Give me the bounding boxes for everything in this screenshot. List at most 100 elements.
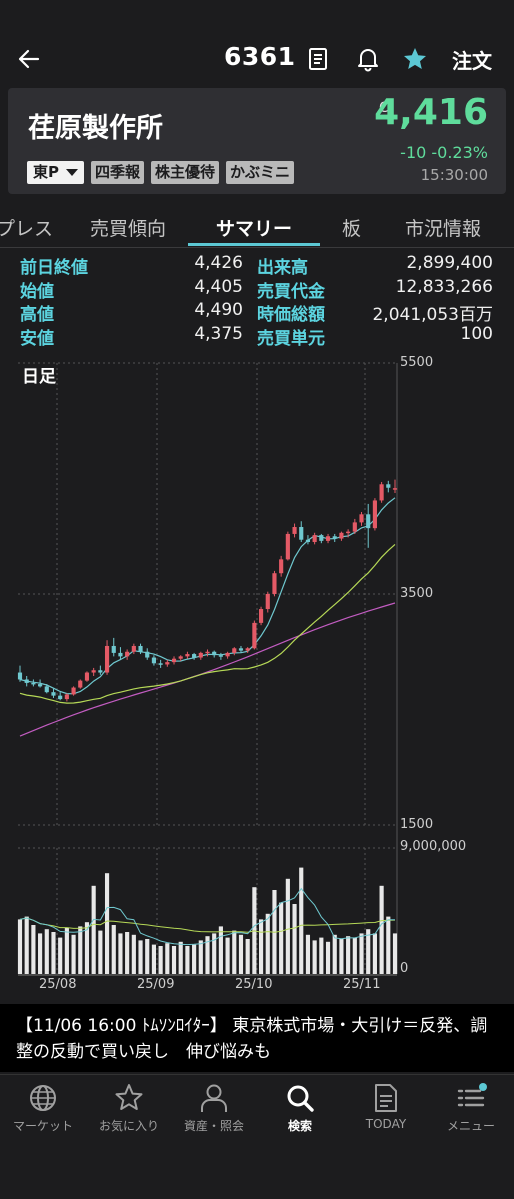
price-time: 15:30:00 [420, 166, 488, 184]
candle-body [272, 573, 277, 594]
stat-label: 出来高 [257, 258, 308, 278]
volume-bar [38, 933, 43, 974]
person-icon [201, 1084, 227, 1112]
price-change: -10 -0.23% [400, 143, 488, 162]
volume-bar [145, 939, 150, 974]
volume-bar [285, 878, 290, 974]
candle-body [38, 684, 43, 687]
stat-label: 前日終値 [20, 258, 88, 278]
stat-value: 100 [460, 323, 493, 344]
stat-label: 時価総額 [257, 305, 325, 325]
candle-body [31, 682, 36, 685]
chart-period-label: 日足 [22, 367, 56, 387]
candle-body [84, 672, 90, 681]
candle-body [379, 484, 384, 501]
volume-bar [332, 934, 337, 974]
volume-bar [359, 933, 364, 974]
candle-body [64, 694, 69, 700]
candle-body [58, 695, 63, 700]
volume-bar [104, 873, 110, 974]
chevron-down-icon [66, 169, 78, 176]
date-tick-label: 25/11 [343, 977, 381, 992]
volume-bar [225, 937, 230, 974]
volume-axis-label: 9,000,000 [400, 839, 467, 854]
stat-label: 売買代金 [257, 281, 325, 302]
candle-body [145, 651, 150, 658]
nav-menu[interactable]: メニュー [428, 1081, 514, 1134]
candle-body [178, 656, 183, 659]
candle-body [252, 622, 257, 649]
bell-icon[interactable] [355, 46, 381, 72]
star-icon[interactable] [402, 46, 428, 72]
volume-bar [319, 937, 324, 974]
back-arrow-icon[interactable] [16, 46, 42, 72]
candle-body [352, 522, 357, 532]
volume-bar [245, 939, 250, 974]
candle-body [185, 654, 190, 657]
candle-body [131, 645, 136, 652]
globe-icon [30, 1085, 56, 1111]
volume-bar [64, 927, 69, 974]
nav-label: マーケット [12, 1119, 73, 1133]
app-header: 6361 注文 [0, 0, 514, 88]
stock-summary-card: 荏原製作所 東P 四季報 株主優待 かぶミニ C 4,416 -10 -0.23… [8, 88, 506, 194]
volume-bar [71, 934, 76, 974]
nav-label: 資産・照会 [183, 1119, 244, 1133]
candle-body [104, 645, 110, 673]
candle-body [258, 609, 264, 623]
volume-bar [372, 933, 377, 974]
volume-bar [91, 885, 96, 974]
nav-favorites[interactable]: お気に入り [86, 1081, 172, 1134]
tab-market-info[interactable]: 市況情報 [405, 214, 481, 241]
volume-ma-long-line [19, 917, 396, 933]
candle-body [232, 648, 237, 653]
nav-market[interactable]: マーケット [0, 1081, 86, 1134]
nav-assets[interactable]: 資産・照会 [171, 1081, 257, 1134]
volume-bar [232, 930, 237, 974]
news-ticker[interactable]: 【11/06 16:00 ﾄﾑｿﾝﾛｲﾀｰ】 東京株式市場・大引け＝反発、調整の… [0, 1004, 514, 1072]
volume-bar [151, 944, 157, 974]
candle-body [245, 648, 250, 651]
volume-bar [392, 933, 398, 974]
stat-value: 4,490 [194, 300, 243, 320]
candle-body [366, 514, 371, 529]
candle-body [218, 655, 223, 657]
document-icon[interactable] [305, 46, 331, 72]
stock-tags: 東P 四季報 株主優待 かぶミニ [27, 161, 295, 184]
candle-body [125, 651, 130, 657]
kabumini-tag[interactable]: かぶミニ [226, 161, 295, 184]
candle-body [312, 535, 317, 543]
volume-ma-short-line [19, 887, 395, 946]
volume-bar [131, 934, 136, 974]
volume-bar [158, 946, 163, 974]
tab-bar: プレス 売買傾向 サマリー 板 市況情報 [0, 206, 514, 248]
menu-icon [457, 1083, 487, 1107]
tab-summary[interactable]: サマリー [216, 214, 292, 241]
candle-body [78, 680, 83, 688]
stat-row: 高値 4,490 時価総額 2,041,053百万 [20, 300, 496, 325]
tab-board[interactable]: 板 [342, 214, 361, 241]
volume-bar [185, 946, 190, 974]
volume-bar [339, 939, 344, 974]
market-select-label: 東P [33, 163, 59, 181]
candle-body [44, 686, 49, 693]
candle-body [279, 559, 284, 574]
tab-press[interactable]: プレス [0, 214, 53, 241]
tab-trading-trend[interactable]: 売買傾向 [90, 214, 166, 241]
nav-today[interactable]: TODAY [343, 1081, 429, 1131]
volume-bar [238, 934, 244, 974]
volume-bar [352, 937, 357, 974]
shikiho-tag[interactable]: 四季報 [91, 161, 145, 184]
stat-value: 4,375 [194, 323, 243, 344]
volume-bar [346, 936, 351, 974]
stock-chart[interactable]: 日足 5500 3500 1500 9,000,000 0 25/08 25/0… [0, 350, 514, 992]
price-axis-label: 5500 [400, 355, 434, 370]
candlestick-chart-svg [17, 362, 398, 976]
order-button[interactable]: 注文 [452, 45, 492, 74]
nav-search[interactable]: 検索 [257, 1081, 343, 1134]
candle-body [158, 663, 163, 665]
candle-body [91, 670, 96, 673]
volume-bar [98, 930, 103, 974]
shareholder-benefit-tag[interactable]: 株主優待 [151, 161, 220, 184]
market-select[interactable]: 東P [27, 161, 84, 184]
